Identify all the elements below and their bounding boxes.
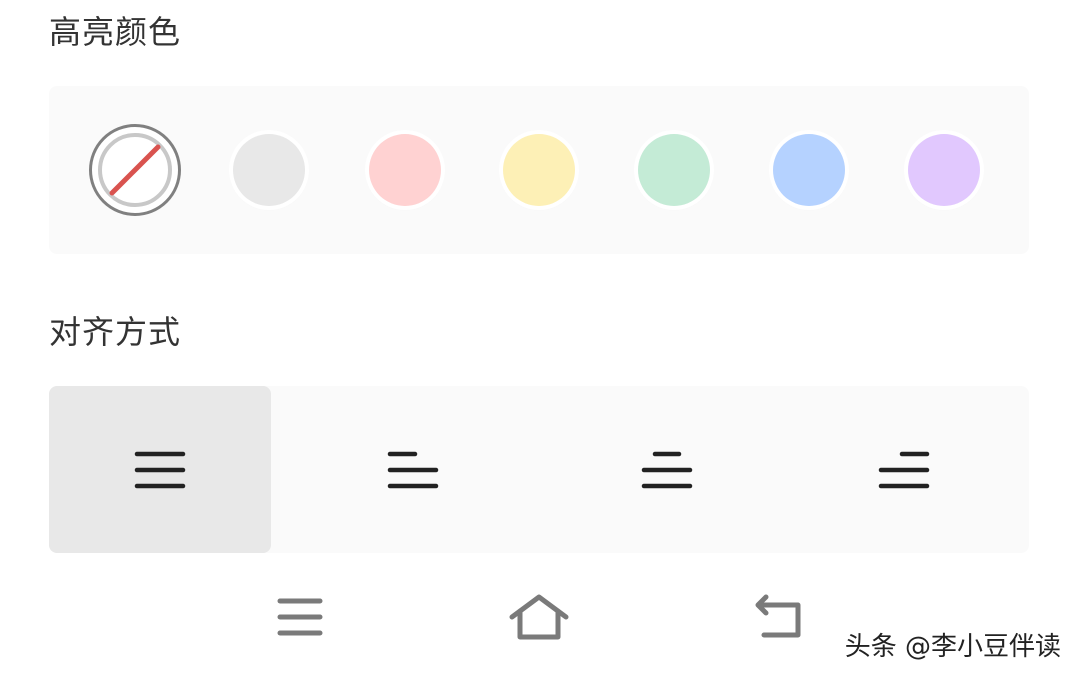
nav-back-button[interactable] (752, 593, 808, 645)
menu-icon (277, 598, 323, 636)
align-center-button[interactable] (555, 386, 779, 553)
swatch-yellow[interactable] (503, 134, 575, 206)
home-icon (509, 594, 569, 640)
align-left-icon (387, 451, 439, 488)
swatch-no-color[interactable] (89, 124, 181, 216)
swatch-green[interactable] (638, 134, 710, 206)
back-icon (755, 594, 801, 638)
alignment-title: 对齐方式 (49, 313, 182, 351)
format-panel: 高亮颜色 对齐方式 头条 @李小豆伴读 (0, 0, 1079, 680)
align-right-icon (878, 451, 930, 488)
watermark-text: 头条 @李小豆伴读 (844, 632, 1061, 662)
nav-home-button[interactable] (508, 593, 570, 645)
swatch-red[interactable] (369, 134, 441, 206)
alignment-panel (49, 386, 1029, 553)
align-justify-button[interactable] (49, 386, 271, 553)
align-center-icon (641, 451, 693, 488)
highlight-color-panel (49, 86, 1029, 254)
align-justify-icon (134, 451, 186, 488)
swatch-gray[interactable] (233, 134, 305, 206)
align-left-button[interactable] (271, 386, 555, 553)
swatch-blue[interactable] (773, 134, 845, 206)
highlight-color-title: 高亮颜色 (49, 13, 182, 51)
nav-menu-button[interactable] (276, 593, 324, 645)
swatch-purple[interactable] (908, 134, 980, 206)
align-right-button[interactable] (779, 386, 1029, 553)
no-color-slash-icon (109, 144, 161, 196)
